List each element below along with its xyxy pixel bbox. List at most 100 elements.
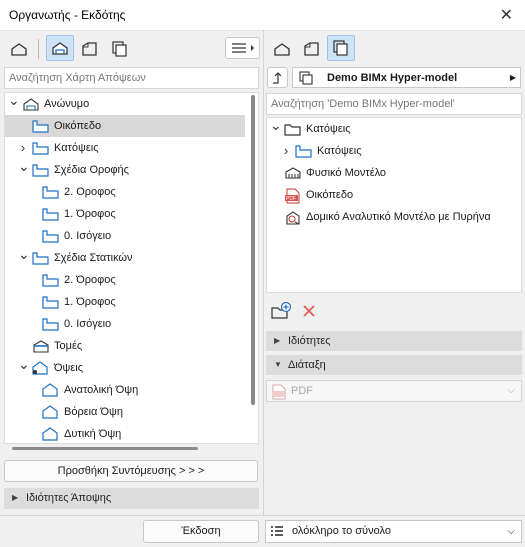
publisher-sets-icon <box>112 41 127 57</box>
view-map-toggle[interactable] <box>46 35 74 61</box>
analytical-model-icon <box>284 210 302 234</box>
tree-item-structural-floor1[interactable]: 1. Όροφος <box>5 291 245 313</box>
view-map-tree: ⌄ Ανώνυμο Οικόπεδο › Κατόψεις ⌄ Σχέδια Οροφής 2… <box>4 92 259 444</box>
format-dropdown[interactable]: PDF ⌵ <box>266 380 522 402</box>
project-map-icon <box>274 43 290 56</box>
delete-button[interactable] <box>301 303 317 322</box>
tree-item-structural-ground[interactable]: 0. Ισόγειο <box>5 313 245 335</box>
tree-item-label: Σχέδια Στατικών <box>54 252 133 264</box>
tree-item-west-elevation[interactable]: Δυτική Όψη <box>5 423 245 443</box>
tree-item-sections[interactable]: Τομές <box>5 335 245 357</box>
properties-header[interactable]: ▶ Ιδιότητες <box>266 331 522 351</box>
chevron-right-icon: ▶ <box>12 493 19 502</box>
view-properties-label: Ιδιότητες Άποψης <box>26 492 112 504</box>
chevron-right-icon: ▶ <box>509 73 516 82</box>
publisher-set-name: Demo BIMx Hyper-model <box>327 72 458 84</box>
tree-item-site[interactable]: Οικόπεδο <box>5 115 245 137</box>
publish-scope-dropdown[interactable]: ολόκληρο το σύνολο ⌵ <box>265 520 522 543</box>
layout-book-icon <box>304 42 319 56</box>
view-map-search-input[interactable]: Αναζήτηση Χάρτη Απόψεων <box>4 67 259 89</box>
tree-item-label: 2. Οροφος <box>64 186 116 198</box>
view-properties-header[interactable]: ▶ Ιδιότητες Άποψης <box>4 488 259 509</box>
horizontal-scrollbar-thumb[interactable] <box>12 447 198 450</box>
tree-item-east-elevation[interactable]: Ανατολική Όψη <box>5 379 245 401</box>
tree-item-label: Τομές <box>54 340 83 352</box>
tree-item-ceiling-ground[interactable]: 0. Ισόγειο <box>5 225 245 247</box>
tree-item-structural-floor2[interactable]: 2. Όροφος <box>5 269 245 291</box>
chevron-right-icon[interactable]: › <box>18 137 28 159</box>
layout-book-icon <box>82 42 97 56</box>
tree-item-label: Δυτική Όψη <box>64 428 122 440</box>
set-tree-item-label: Κατόψεις <box>306 123 351 135</box>
tree-item-structural[interactable]: ⌄ Σχέδια Στατικών <box>5 247 245 269</box>
footer-divider <box>0 515 525 516</box>
tree-item-floorplans[interactable]: › Κατόψεις <box>5 137 245 159</box>
tree-item-elevations[interactable]: ⌄ Όψεις <box>5 357 245 379</box>
publisher-set-tree: ⌄ Κατόψεις › Κατόψεις Φυσικό Μοντέλο PDF Οικόπ… <box>266 117 522 293</box>
new-folder-button[interactable] <box>270 301 292 324</box>
publisher-sets-icon <box>333 40 348 56</box>
set-tree-item[interactable]: › Κατόψεις <box>267 140 521 162</box>
tree-item-ceiling-plans[interactable]: ⌄ Σχέδια Οροφής <box>5 159 245 181</box>
go-up-button[interactable] <box>267 67 288 88</box>
list-icon <box>271 526 283 536</box>
tree-item-label: Οικόπεδο <box>54 120 102 132</box>
pdf-icon <box>272 384 286 400</box>
chevron-right-icon: ▶ <box>274 336 281 345</box>
add-shortcut-button[interactable]: Προσθήκη Συντόμευσης > > > <box>4 460 258 482</box>
tree-item-label: Όψεις <box>54 362 84 374</box>
new-folder-icon <box>271 301 292 319</box>
layout-book-toggle[interactable] <box>76 36 104 62</box>
publish-button[interactable]: Έκδοση <box>143 520 259 543</box>
svg-text:PDF: PDF <box>286 196 296 202</box>
tree-item-label: Ανώνυμο <box>44 98 90 110</box>
publish-scope-value: ολόκληρο το σύνολο <box>292 525 391 537</box>
tree-item-label: Ανατολική Όψη <box>64 384 139 396</box>
set-tree-item[interactable]: Φυσικό Μοντέλο <box>267 162 521 184</box>
properties-label: Ιδιότητες <box>288 335 331 347</box>
chevron-down-icon[interactable]: ⌄ <box>18 159 30 173</box>
set-tree-item-label: Δομικό Αναλυτικό Μοντέλο με Πυρήνα <box>306 211 491 223</box>
project-map-icon <box>11 43 27 56</box>
tree-item-label: 1. Όροφος <box>64 208 116 220</box>
tree-item-label: 2. Όροφος <box>64 274 116 286</box>
publisher-set-dropdown[interactable]: Demo BIMx Hyper-model ▶ <box>292 67 521 88</box>
format-value: PDF <box>291 385 313 397</box>
elevation-icon <box>42 427 60 443</box>
tree-item-label: Βόρεια Όψη <box>64 406 123 418</box>
tree-item-label: Σχέδια Οροφής <box>54 164 129 176</box>
right-publisher-sets-toggle[interactable] <box>327 35 355 61</box>
chevron-down-icon[interactable]: ⌄ <box>18 247 30 261</box>
tree-item-ceiling-floor2[interactable]: 2. Οροφος <box>5 181 245 203</box>
tree-item-north-elevation[interactable]: Βόρεια Όψη <box>5 401 245 423</box>
close-icon[interactable]: ✕ <box>500 5 513 25</box>
right-project-map-toggle[interactable] <box>268 36 296 62</box>
chevron-down-icon[interactable]: ⌄ <box>8 93 20 107</box>
right-layout-book-toggle[interactable] <box>298 36 326 62</box>
layout-label: Διάταξη <box>288 359 326 371</box>
publisher-sets-toggle[interactable] <box>106 36 134 62</box>
vertical-scrollbar[interactable] <box>251 95 255 405</box>
chevron-right-icon[interactable]: › <box>281 140 291 162</box>
delete-icon <box>303 305 315 317</box>
arrow-up-icon <box>273 72 282 84</box>
chevron-down-icon[interactable]: ⌄ <box>18 357 30 371</box>
menu-icon <box>232 43 254 53</box>
tree-item-ceiling-floor1[interactable]: 1. Όροφος <box>5 203 245 225</box>
chevron-down-icon: ⌵ <box>507 526 515 537</box>
set-tree-item-label: Οικόπεδο <box>306 189 354 201</box>
publisher-set-search-input[interactable]: Αναζήτηση 'Demo BIMx Hyper-model' <box>266 93 522 115</box>
tree-item-anonymous[interactable]: ⌄ Ανώνυμο <box>5 93 245 115</box>
options-menu-button[interactable] <box>225 37 260 59</box>
set-tree-item[interactable]: PDF Οικόπεδο <box>267 184 521 206</box>
tree-item-label: 1. Όροφος <box>64 296 116 308</box>
set-tree-item[interactable]: Δομικό Αναλυτικό Μοντέλο με Πυρήνα <box>267 206 521 228</box>
tree-item-label: Κατόψεις <box>54 142 99 154</box>
chevron-down-icon[interactable]: ⌄ <box>270 118 282 132</box>
toolbar-divider <box>38 39 39 59</box>
layout-header[interactable]: ▼ Διάταξη <box>266 355 522 375</box>
set-tree-item[interactable]: ⌄ Κατόψεις <box>267 118 521 140</box>
pane-divider <box>263 30 264 515</box>
project-map-toggle[interactable] <box>5 36 33 62</box>
set-tree-item-label: Κατόψεις <box>317 145 362 157</box>
